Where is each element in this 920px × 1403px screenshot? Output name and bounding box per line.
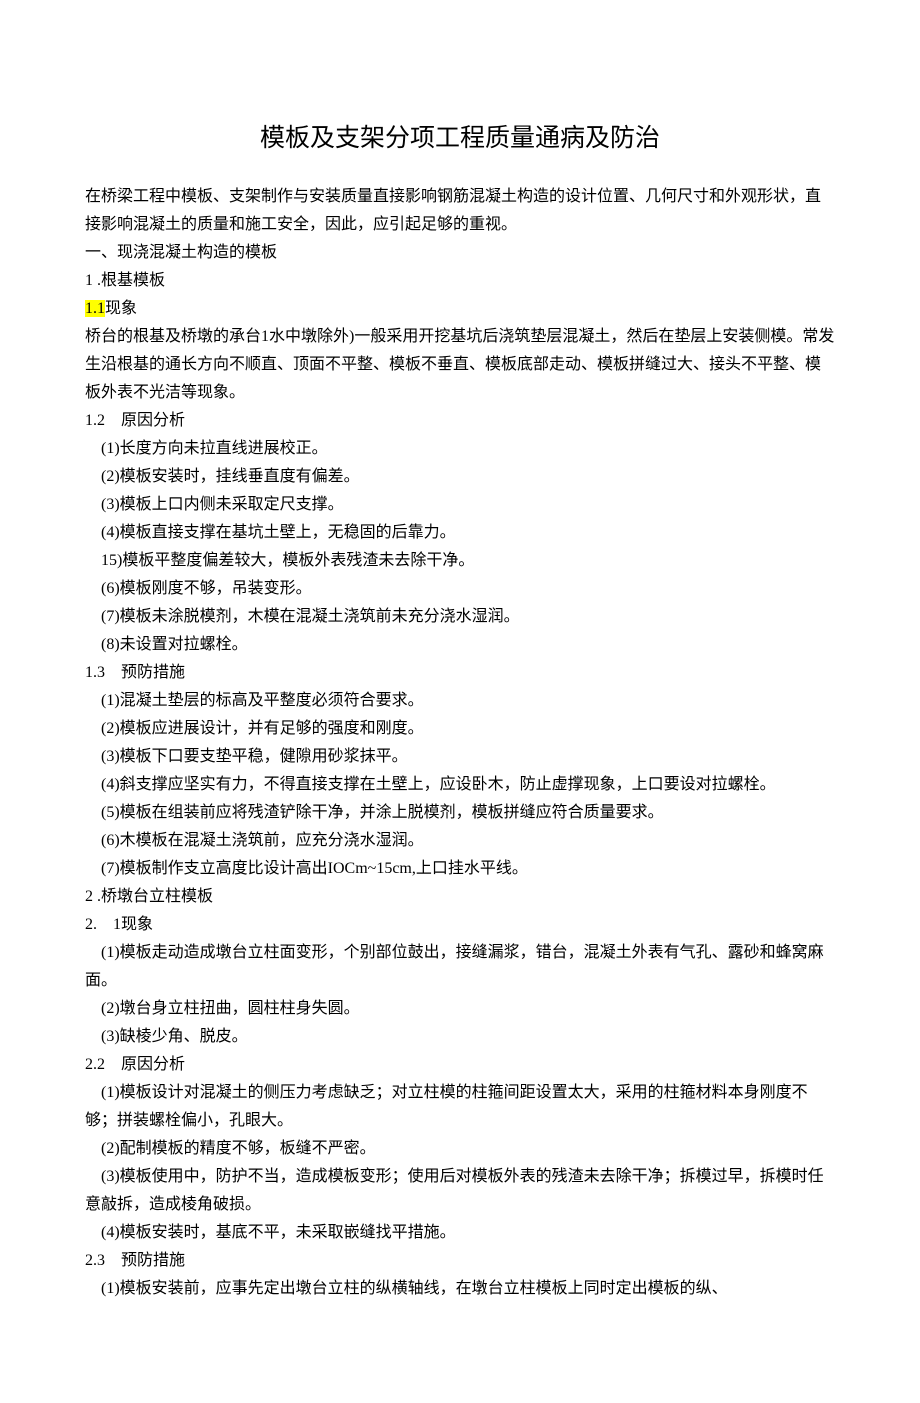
subsection-2-3: 2.3 预防措施	[85, 1247, 835, 1275]
list-item: (8)未设置对拉螺栓。	[85, 631, 835, 659]
list-item: (3)模板下口要支垫平稳，健隙用砂浆抹平。	[85, 743, 835, 771]
list-item: (2)模板安装时，挂线垂直度有偏差。	[85, 463, 835, 491]
subsection-1-1-1-text: 桥台的根基及桥墩的承台1水中墩除外)一般采用开挖基坑后浇筑垫层混凝土，然后在垫层…	[85, 323, 835, 407]
list-item: 15)模板平整度偏差较大，模板外表残渣未去除干净。	[85, 547, 835, 575]
list-item: (6)木模板在混凝土浇筑前，应充分浇水湿润。	[85, 827, 835, 855]
list-item: (1)长度方向未拉直线进展校正。	[85, 435, 835, 463]
subsection-1-1: 1 .根基模板	[85, 267, 835, 295]
list-item: (1)模板安装前，应事先定出墩台立柱的纵横轴线，在墩台立柱模板上同时定出模板的纵…	[85, 1275, 835, 1303]
subsection-1-1-3-list: (1)混凝土垫层的标高及平整度必须符合要求。(2)模板应进展设计，并有足够的强度…	[85, 687, 835, 883]
subsection-2-1: 2. 1现象	[85, 911, 835, 939]
subsection-1-1-2: 1.2 原因分析	[85, 407, 835, 435]
list-item: (5)模板在组装前应将残渣铲除干净，并涂上脱模剂，模板拼缝应符合质量要求。	[85, 799, 835, 827]
list-item: (1)混凝土垫层的标高及平整度必须符合要求。	[85, 687, 835, 715]
section-1-heading: 一、现浇混凝土构造的模板	[85, 239, 835, 267]
document-title: 模板及支架分项工程质量通病及防治	[85, 117, 835, 161]
list-item: (7)模板未涂脱模剂，木模在混凝土浇筑前未充分浇水湿润。	[85, 603, 835, 631]
list-item: (4)斜支撑应坚实有力，不得直接支撑在土壁上，应设卧木，防止虚撑现象，上口要设对…	[85, 771, 835, 799]
intro-paragraph: 在桥梁工程中模板、支架制作与安装质量直接影响钢筋混凝土构造的设计位置、几何尺寸和…	[85, 183, 835, 239]
list-item: (6)模板刚度不够，吊装变形。	[85, 575, 835, 603]
list-item: (7)模板制作支立高度比设计高出IOCm~15cm,上口挂水平线。	[85, 855, 835, 883]
list-item: (4)模板安装时，基底不平，未采取嵌缝找平措施。	[85, 1219, 835, 1247]
subsection-1-1-1: 1.1现象	[85, 295, 835, 323]
subsection-2: 2 .桥墩台立柱模板	[85, 883, 835, 911]
subsection-1-1-2-list: (1)长度方向未拉直线进展校正。(2)模板安装时，挂线垂直度有偏差。(3)模板上…	[85, 435, 835, 659]
highlight-marker: 1.1	[85, 300, 105, 317]
subsection-2-2-list: (1)模板设计对混凝土的侧压力考虑缺乏；对立柱模的柱箍间距设置太大，采用的柱箍材…	[85, 1079, 835, 1247]
list-item: (2)配制模板的精度不够，板缝不严密。	[85, 1135, 835, 1163]
list-item: (2)墩台身立柱扭曲，圆柱柱身失圆。	[85, 995, 835, 1023]
subsection-2-3-list: (1)模板安装前，应事先定出墩台立柱的纵横轴线，在墩台立柱模板上同时定出模板的纵…	[85, 1275, 835, 1303]
list-item: (4)模板直接支撑在基坑土壁上，无稳固的后靠力。	[85, 519, 835, 547]
subsection-1-1-3: 1.3 预防措施	[85, 659, 835, 687]
list-item: (3)模板上口内侧未采取定尺支撑。	[85, 491, 835, 519]
subsection-2-1-list: (1)模板走动造成墩台立柱面变形，个别部位鼓出，接缝漏浆，错台，混凝土外表有气孔…	[85, 939, 835, 1051]
list-item: (1)模板设计对混凝土的侧压力考虑缺乏；对立柱模的柱箍间距设置太大，采用的柱箍材…	[85, 1079, 835, 1135]
subsection-1-1-1-label: 现象	[105, 300, 137, 317]
subsection-2-2: 2.2 原因分析	[85, 1051, 835, 1079]
list-item: (2)模板应进展设计，并有足够的强度和刚度。	[85, 715, 835, 743]
list-item: (3)模板使用中，防护不当，造成模板变形；使用后对模板外表的残渣未去除干净；拆模…	[85, 1163, 835, 1219]
list-item: (3)缺棱少角、脱皮。	[85, 1023, 835, 1051]
list-item: (1)模板走动造成墩台立柱面变形，个别部位鼓出，接缝漏浆，错台，混凝土外表有气孔…	[85, 939, 835, 995]
